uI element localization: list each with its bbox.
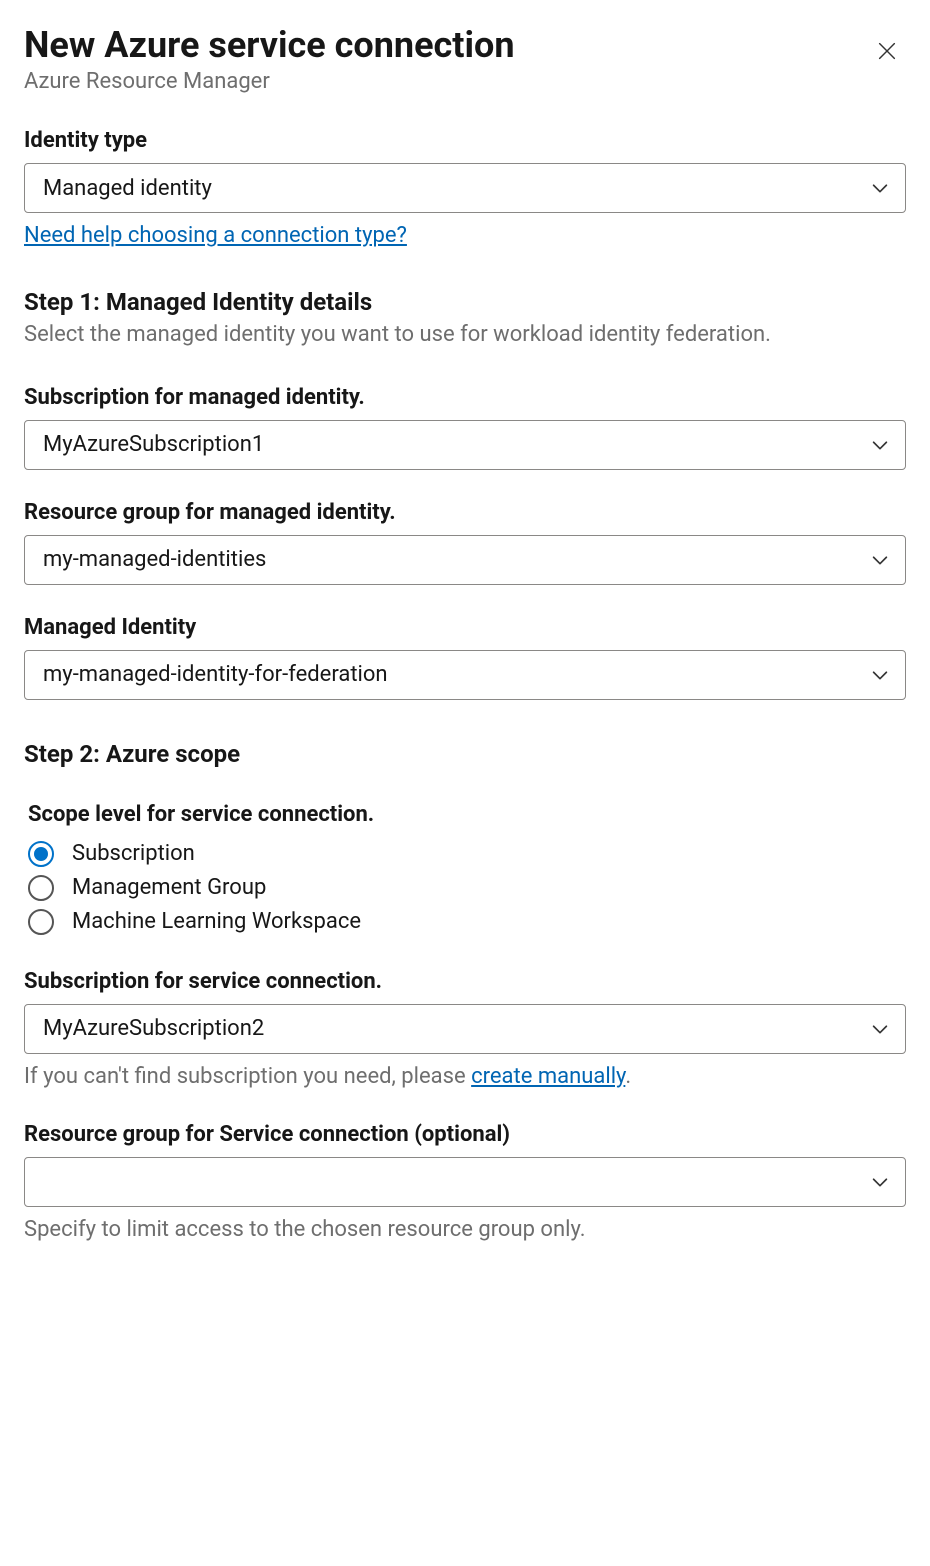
- sc-resource-group-label: Resource group for Service connection (o…: [24, 1122, 906, 1147]
- radio-label: Subscription: [72, 841, 195, 866]
- mi-subscription-value: MyAzureSubscription1: [43, 432, 264, 457]
- sc-subscription-select[interactable]: MyAzureSubscription2: [24, 1004, 906, 1054]
- scope-level-label: Scope level for service connection.: [28, 802, 906, 827]
- step1-description: Select the managed identity you want to …: [24, 320, 906, 351]
- hint-suffix: .: [625, 1064, 631, 1089]
- radio-icon: [28, 875, 54, 901]
- chevron-down-icon: [869, 549, 891, 571]
- scope-level-radio-group: Subscription Management Group Machine Lear…: [24, 841, 906, 935]
- page-subtitle: Azure Resource Manager: [24, 69, 515, 94]
- managed-identity-label: Managed Identity: [24, 615, 906, 640]
- step1-title: Step 1: Managed Identity details: [24, 288, 906, 316]
- radio-icon: [28, 841, 54, 867]
- mi-subscription-select[interactable]: MyAzureSubscription1: [24, 420, 906, 470]
- help-choosing-link[interactable]: Need help choosing a connection type?: [24, 223, 407, 248]
- close-button[interactable]: [868, 32, 906, 70]
- chevron-down-icon: [869, 1171, 891, 1193]
- sc-subscription-label: Subscription for service connection.: [24, 969, 906, 994]
- mi-subscription-label: Subscription for managed identity.: [24, 385, 906, 410]
- identity-type-select[interactable]: Managed identity: [24, 163, 906, 213]
- page-title: New Azure service connection: [24, 24, 515, 67]
- chevron-down-icon: [869, 664, 891, 686]
- chevron-down-icon: [869, 1018, 891, 1040]
- managed-identity-value: my-managed-identity-for-federation: [43, 662, 388, 687]
- identity-type-label: Identity type: [24, 128, 906, 153]
- mi-resource-group-value: my-managed-identities: [43, 547, 266, 572]
- create-manually-link[interactable]: create manually: [471, 1064, 625, 1089]
- step2-title: Step 2: Azure scope: [24, 740, 906, 768]
- sc-resource-group-hint: Specify to limit access to the chosen re…: [24, 1215, 906, 1245]
- scope-radio-subscription[interactable]: Subscription: [28, 841, 906, 867]
- sc-subscription-hint: If you can't find subscription you need,…: [24, 1062, 906, 1092]
- chevron-down-icon: [869, 177, 891, 199]
- radio-icon: [28, 909, 54, 935]
- mi-resource-group-select[interactable]: my-managed-identities: [24, 535, 906, 585]
- chevron-down-icon: [869, 434, 891, 456]
- mi-resource-group-label: Resource group for managed identity.: [24, 500, 906, 525]
- radio-label: Management Group: [72, 875, 266, 900]
- hint-text: If you can't find subscription you need,…: [24, 1064, 471, 1089]
- radio-label: Machine Learning Workspace: [72, 909, 361, 934]
- scope-radio-machine-learning-workspace[interactable]: Machine Learning Workspace: [28, 909, 906, 935]
- scope-radio-management-group[interactable]: Management Group: [28, 875, 906, 901]
- sc-resource-group-select[interactable]: [24, 1157, 906, 1207]
- identity-type-value: Managed identity: [43, 176, 212, 201]
- sc-subscription-value: MyAzureSubscription2: [43, 1016, 264, 1041]
- managed-identity-select[interactable]: my-managed-identity-for-federation: [24, 650, 906, 700]
- close-icon: [876, 50, 898, 65]
